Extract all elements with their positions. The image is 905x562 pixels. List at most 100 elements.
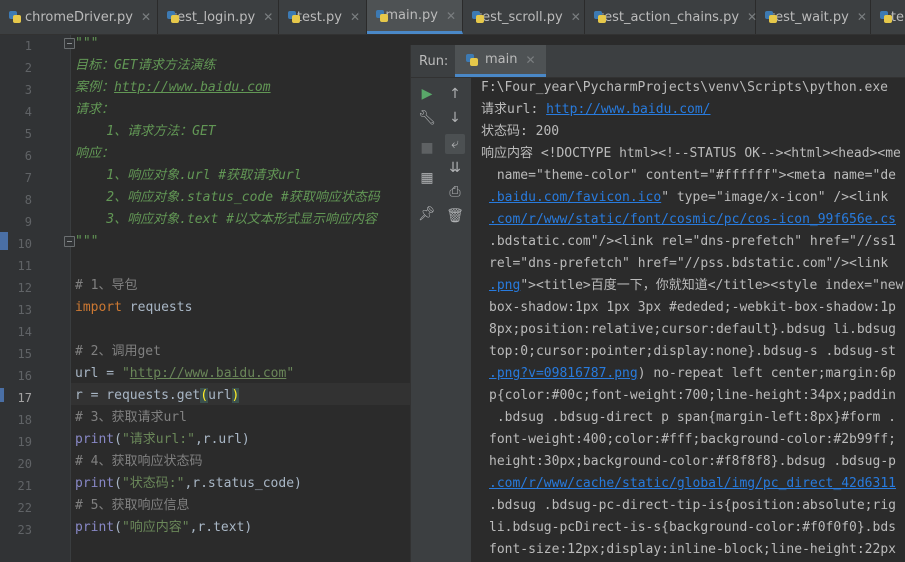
console-line: name="theme-color" content="#ffffff"><me… [489, 168, 896, 183]
stop-icon[interactable]: ■ [417, 138, 437, 158]
console-line: .png?v=09816787.png) no-repeat left cent… [489, 366, 896, 381]
console-line: li.bdsug-pcDirect-is-s{background-color:… [489, 520, 896, 535]
console-line: 状态码: 200 [481, 124, 560, 139]
rerun-icon[interactable]: ▶ [417, 84, 437, 104]
print-icon[interactable]: ⎙ [445, 182, 465, 202]
output-link[interactable]: .com/r/www/static/font/cosmic/pc/cos-ico… [489, 212, 896, 227]
code-line: 2、响应对象.status_code #获取响应状态码 [75, 190, 380, 205]
code-line: 1、响应对象.url #获取请求url [75, 168, 302, 183]
tab-test-login[interactable]: test_login.py ✕ [158, 0, 279, 34]
line-number: 2 [24, 61, 32, 75]
tab-test-wait[interactable]: test_wait.py ✕ [756, 0, 871, 34]
python-file-icon [879, 10, 892, 24]
run-tab-main[interactable]: main ✕ [455, 45, 546, 77]
tab-main[interactable]: main.py ✕ [367, 0, 463, 34]
console-line: .bdsug .bdsug-direct p span{margin-left:… [489, 410, 896, 425]
tab-test[interactable]: test.py ✕ [279, 0, 367, 34]
line-number: 5 [24, 127, 32, 141]
code-line: print("请求url:",r.url) [75, 432, 250, 447]
console-line: height:30px;background-color:#f8f8f8}.bd… [489, 454, 896, 469]
code-line: url = "http://www.baidu.com" [75, 366, 295, 381]
soft-wrap-icon[interactable]: ⤶ [445, 134, 465, 154]
console-line: .baidu.com/favicon.ico" type="image/x-ic… [489, 190, 889, 205]
down-arrow-icon[interactable]: ↓ [445, 108, 465, 128]
trash-icon[interactable]: 🗑︎ [445, 206, 465, 226]
editor-tab-bar: chromeDriver.py ✕ test_login.py ✕ test.p… [0, 0, 905, 35]
tab-label: te [890, 9, 904, 25]
line-number: 13 [17, 303, 32, 317]
close-icon[interactable]: ✕ [857, 10, 867, 24]
console-line: p{color:#00c;font-weight:700;line-height… [489, 388, 896, 403]
line-number: 9 [24, 215, 32, 229]
run-toolbar: ▶ ↑ 🔧︎ ↓ ■ ⤶ ▦ ⇊ ⎙ 📌︎ 🗑︎ [411, 78, 471, 562]
url-string-link[interactable]: http://www.baidu.com [130, 366, 287, 381]
wrench-icon[interactable]: 🔧︎ [417, 108, 437, 128]
line-number: 17 [17, 391, 32, 405]
output-link[interactable]: .baidu.com/favicon.ico [489, 190, 661, 205]
code-line: print("响应内容",r.text) [75, 520, 253, 535]
code-editor[interactable]: """ 目标：GET请求方法演练 案例：http://www.baidu.com… [71, 35, 411, 562]
code-line: """ [75, 234, 99, 249]
code-line: # 1、导包 [75, 278, 138, 293]
tab-label: chromeDriver.py [24, 9, 133, 25]
code-line: # 5、获取响应信息 [75, 498, 190, 513]
line-number: 1 [24, 39, 32, 53]
run-panel-header: Run: main ✕ [411, 45, 905, 78]
code-line: 目标：GET请求方法演练 [75, 58, 216, 73]
code-line: # 4、获取响应状态码 [75, 454, 203, 469]
docstring-link[interactable]: http://www.baidu.com [114, 80, 271, 95]
python-file-icon [8, 10, 21, 24]
console-line: F:\Four_year\PycharmProjects\venv\Script… [481, 80, 888, 95]
line-number: 21 [17, 479, 32, 493]
output-link[interactable]: .png [489, 278, 520, 293]
python-file-icon [465, 53, 479, 67]
console-line: box-shadow:1px 1px 3px #ededed;-webkit-b… [489, 300, 896, 315]
output-link[interactable]: .com/r/www/cache/static/global/img/pc_di… [489, 476, 896, 491]
close-icon[interactable]: ✕ [141, 10, 151, 24]
console-line: .png"><title>百度一下，你就知道</title><style ind… [489, 278, 904, 293]
close-icon[interactable]: ✕ [350, 10, 360, 24]
close-icon[interactable]: ✕ [525, 53, 535, 67]
line-number: 12 [17, 281, 32, 295]
tab-chromedriver[interactable]: chromeDriver.py ✕ [0, 0, 158, 34]
console-line: 请求url: http://www.baidu.com/ [481, 102, 711, 117]
python-file-icon [287, 10, 300, 24]
console-line: .com/r/www/static/font/cosmic/pc/cos-ico… [489, 209, 896, 231]
line-number: 11 [17, 259, 32, 273]
line-number: 4 [24, 105, 32, 119]
code-line: r = requests.get(url) [75, 388, 240, 403]
line-number: 23 [17, 523, 32, 537]
layout-icon[interactable]: ▦ [417, 168, 437, 188]
line-number: 22 [17, 501, 32, 515]
close-icon[interactable]: ✕ [446, 9, 456, 23]
python-file-icon [375, 9, 388, 23]
pin-icon[interactable]: 📌︎ [417, 204, 437, 224]
tab-test-action-chains[interactable]: test_action_chains.py ✕ [585, 0, 757, 34]
close-icon[interactable]: ✕ [263, 10, 273, 24]
output-link[interactable]: .png?v=09816787.png [489, 366, 638, 381]
console-line: 8px;position:relative;cursor:default}.bd… [489, 322, 896, 337]
code-line: 1、请求方法：GET [75, 124, 216, 139]
run-tab-label: main [485, 52, 518, 67]
close-icon[interactable]: ✕ [571, 10, 581, 24]
code-line: 响应： [75, 146, 115, 161]
run-tool-window: Run: main ✕ ▶ ↑ 🔧︎ ↓ ■ ⤶ ▦ ⇊ ⎙ 📌︎ 🗑︎ F:\… [410, 45, 905, 562]
console-line: .com/r/www/cache/static/global/img/pc_di… [489, 473, 896, 495]
tab-te[interactable]: te [871, 0, 905, 34]
tab-label: main.py [385, 8, 438, 23]
console-output[interactable]: F:\Four_year\PycharmProjects\venv\Script… [481, 78, 905, 562]
scroll-to-end-icon[interactable]: ⇊ [445, 158, 465, 178]
line-number: 20 [17, 457, 32, 471]
tab-label: test_scroll.py [477, 9, 563, 25]
code-line: """ [75, 36, 99, 51]
line-number: 18 [17, 413, 32, 427]
line-number: 16 [17, 369, 32, 383]
up-arrow-icon[interactable]: ↑ [445, 84, 465, 104]
console-line: .bdstatic.com"/><link rel="dns-prefetch"… [489, 234, 896, 249]
tab-label: test_action_chains.py [599, 9, 740, 25]
code-line: # 2、调用get [75, 344, 161, 359]
line-number: 3 [24, 83, 32, 97]
output-link[interactable]: http://www.baidu.com/ [546, 102, 710, 117]
tab-label: test_login.py [172, 9, 256, 25]
tab-test-scroll[interactable]: test_scroll.py ✕ [463, 0, 585, 34]
